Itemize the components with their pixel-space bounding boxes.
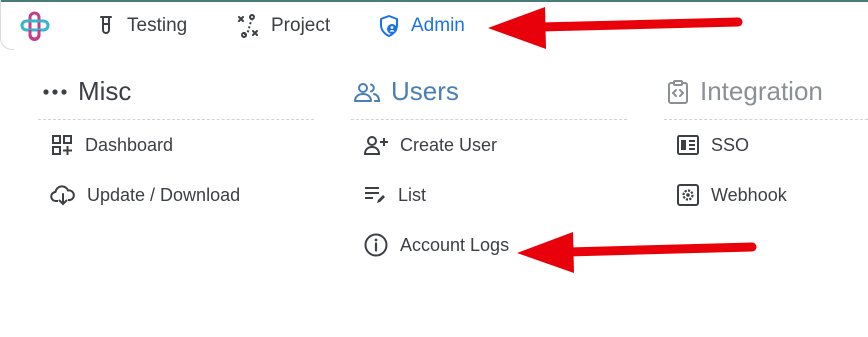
top-edge-line (0, 0, 868, 2)
info-circle-icon (364, 233, 388, 257)
integration-title: Integration (700, 76, 823, 106)
dashboard-grid-icon (52, 135, 72, 155)
integration-column: Integration SSO Webhook (664, 64, 868, 220)
cloud-download-icon (50, 185, 75, 206)
menu-update-download[interactable]: Update / Download (38, 170, 314, 220)
misc-column: Misc Dashboard Update / Download (38, 64, 314, 220)
menu-update-download-label: Update / Download (87, 184, 241, 205)
nav-project-label: Project (271, 15, 331, 36)
list-edit-icon (365, 187, 385, 203)
menu-list-label: List (398, 184, 427, 205)
user-plus-icon (363, 136, 388, 155)
nav-admin-label: Admin (411, 15, 465, 36)
menu-create-user-label: Create User (400, 134, 498, 155)
misc-title: Misc (78, 76, 132, 106)
sso-panel-icon (677, 135, 699, 155)
menu-account-logs-label: Account Logs (400, 234, 510, 255)
users-icon (354, 82, 381, 102)
menu-webhook-label: Webhook (711, 184, 787, 205)
menu-dashboard[interactable]: Dashboard (38, 120, 314, 170)
menu-dashboard-label: Dashboard (85, 134, 174, 155)
menu-list[interactable]: List (351, 170, 627, 220)
users-column: Users Create User List Account Logs (351, 64, 627, 270)
nav-project[interactable]: Project (236, 11, 330, 41)
app-logo-icon[interactable] (18, 10, 52, 42)
more-dots-icon (43, 88, 67, 95)
menu-create-user[interactable]: Create User (351, 120, 627, 170)
menu-sso[interactable]: SSO (664, 120, 868, 170)
users-title: Users (391, 76, 459, 106)
arrow-to-admin (488, 7, 743, 49)
misc-heading: Misc (38, 64, 314, 120)
menu-sso-label: SSO (711, 134, 750, 155)
test-tube-icon (100, 16, 112, 34)
nav-testing[interactable]: Testing (96, 11, 187, 41)
nav-corner (0, 0, 14, 50)
menu-account-logs[interactable]: Account Logs (351, 220, 627, 270)
integration-heading: Integration (664, 64, 868, 120)
users-heading: Users (351, 64, 627, 120)
project-flow-icon (238, 14, 258, 38)
nav-testing-label: Testing (127, 15, 188, 36)
menu-webhook[interactable]: Webhook (664, 170, 868, 220)
webhook-gear-icon (677, 184, 699, 206)
shield-user-icon (380, 15, 398, 37)
clipboard-code-icon (668, 79, 688, 104)
nav-admin[interactable]: Admin (378, 11, 465, 41)
